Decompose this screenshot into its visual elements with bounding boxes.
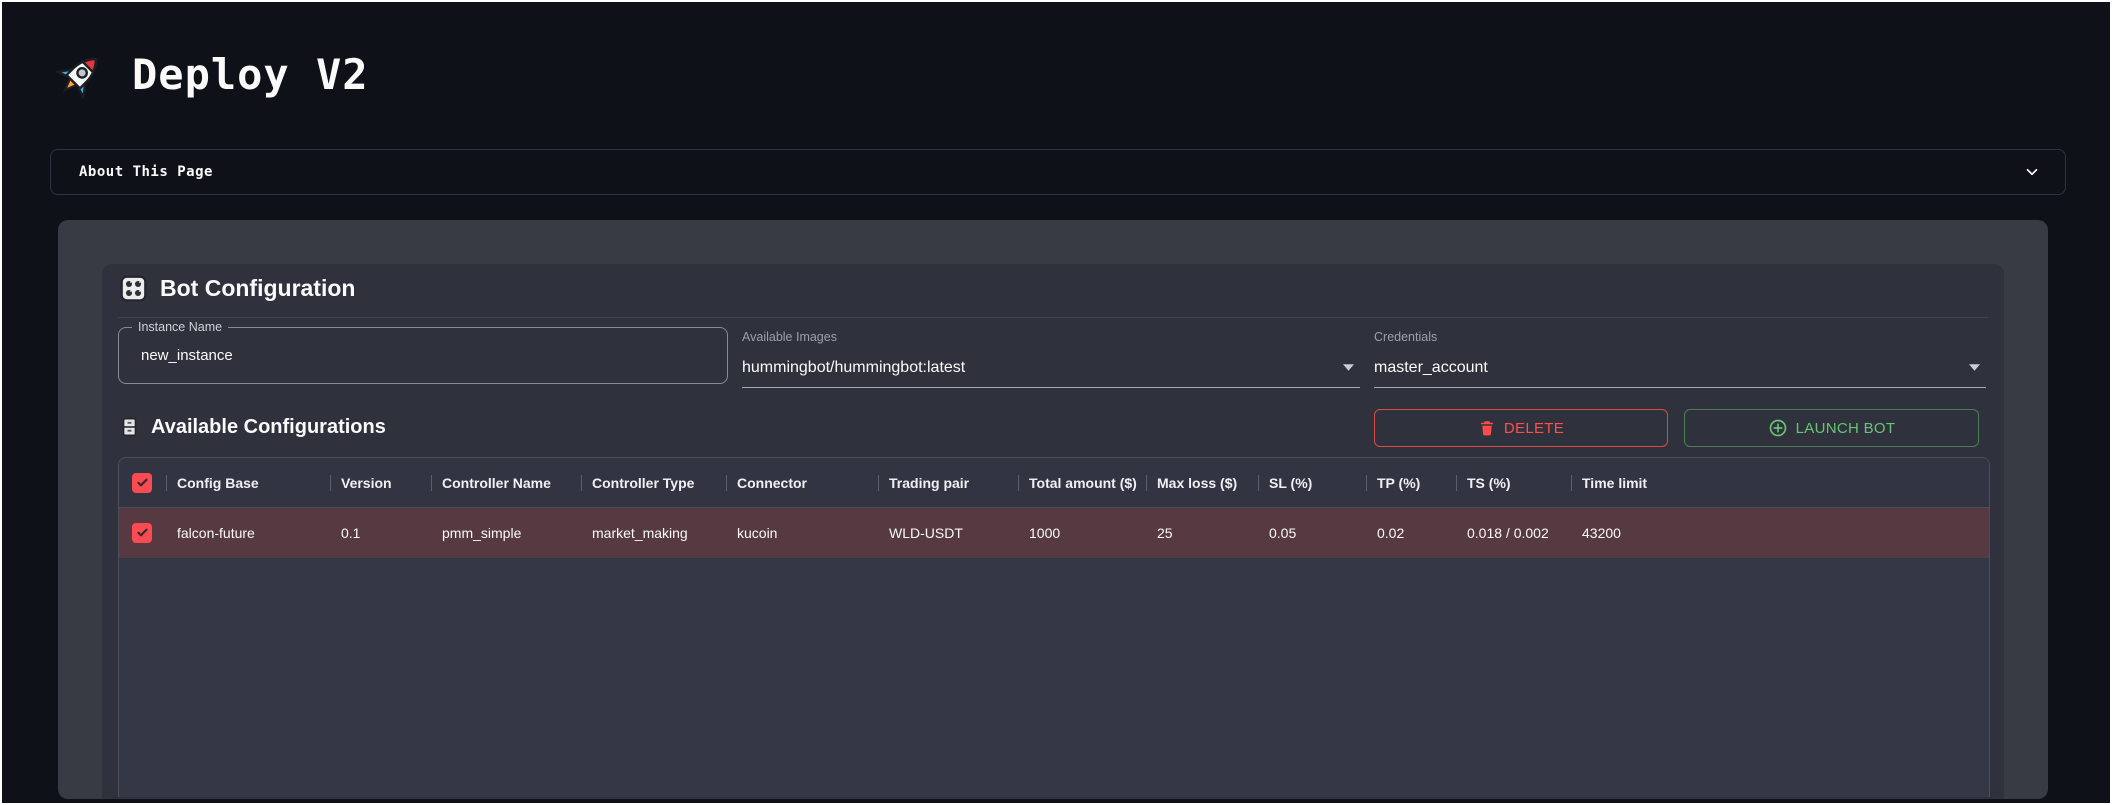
plus-circle-icon [1768, 418, 1788, 438]
cell-config-base: falcon-future [166, 525, 330, 541]
cell-total-amount: 1000 [1018, 525, 1146, 541]
configurations-table: Config Base Version Controller Name Cont… [118, 457, 1990, 797]
row-select-cell [119, 523, 166, 543]
available-images-label: Available Images [742, 330, 837, 344]
caret-down-icon [1969, 364, 1980, 371]
table-header-row: Config Base Version Controller Name Cont… [119, 458, 1989, 508]
caret-down-icon [1343, 364, 1354, 371]
chevron-down-icon [2023, 163, 2041, 181]
available-images-select[interactable]: Available Images hummingbot/hummingbot:l… [742, 328, 1360, 388]
about-expander-label: About This Page [79, 164, 213, 180]
bot-configuration-title: Bot Configuration [160, 275, 355, 302]
bot-config-form: Instance Name Available Images hummingbo… [118, 325, 1986, 389]
column-header-ts[interactable]: TS (%) [1456, 475, 1571, 491]
credentials-label: Credentials [1374, 330, 1437, 344]
cell-controller-name: pmm_simple [431, 525, 581, 541]
bot-configuration-card: Bot Configuration Instance Name Availabl… [102, 264, 2004, 799]
app-header: Deploy V2 [56, 40, 369, 108]
column-header-tp[interactable]: TP (%) [1366, 475, 1456, 491]
delete-button-label: DELETE [1504, 420, 1564, 437]
cell-sl: 0.05 [1258, 525, 1366, 541]
credentials-value: master_account [1374, 359, 1488, 377]
row-select-checkbox[interactable] [132, 523, 152, 543]
launch-bot-button-label: LAUNCH BOT [1796, 420, 1896, 437]
file-cabinet-icon [120, 415, 139, 439]
instance-name-field[interactable]: Instance Name [118, 327, 728, 384]
column-header-trading-pair[interactable]: Trading pair [878, 475, 1018, 491]
column-header-connector[interactable]: Connector [726, 475, 878, 491]
select-all-checkbox[interactable] [132, 473, 152, 493]
column-header-total-amount[interactable]: Total amount ($) [1018, 475, 1146, 491]
instance-name-input[interactable] [139, 328, 699, 383]
column-header-controller-type[interactable]: Controller Type [581, 475, 726, 491]
available-configurations-heading: Available Configurations [120, 415, 386, 439]
check-icon [135, 475, 150, 490]
control-knobs-icon [120, 275, 147, 302]
column-header-time-limit[interactable]: Time limit [1571, 475, 1668, 491]
column-header-controller-name[interactable]: Controller Name [431, 475, 581, 491]
column-header-version[interactable]: Version [330, 475, 431, 491]
cell-max-loss: 25 [1146, 525, 1258, 541]
cell-connector: kucoin [726, 525, 878, 541]
column-header-max-loss[interactable]: Max loss ($) [1146, 475, 1258, 491]
rocket-icon [56, 49, 106, 99]
bot-configuration-heading: Bot Configuration [120, 275, 355, 302]
available-images-value: hummingbot/hummingbot:latest [742, 359, 965, 377]
cell-trading-pair: WLD-USDT [878, 525, 1018, 541]
heading-divider [118, 317, 1988, 318]
about-expander[interactable]: About This Page [50, 149, 2066, 195]
cell-tp: 0.02 [1366, 525, 1456, 541]
cell-version: 0.1 [330, 525, 431, 541]
cell-time-limit: 43200 [1571, 525, 1668, 541]
launch-bot-button[interactable]: LAUNCH BOT [1684, 409, 1979, 447]
deploy-v2-page: { "header": { "title": "Deploy V2", "log… [0, 0, 2112, 805]
trash-icon [1478, 419, 1496, 437]
page-title: Deploy V2 [132, 50, 369, 99]
table-row-falcon-future[interactable]: falcon-future 0.1 pmm_simple market_maki… [119, 508, 1989, 558]
cell-controller-type: market_making [581, 525, 726, 541]
delete-button[interactable]: DELETE [1374, 409, 1668, 447]
select-all-cell [119, 473, 166, 493]
column-header-sl[interactable]: SL (%) [1258, 475, 1366, 491]
check-icon [135, 525, 150, 540]
cell-ts: 0.018 / 0.002 [1456, 525, 1571, 541]
credentials-select[interactable]: Credentials master_account [1374, 328, 1986, 388]
main-container: Bot Configuration Instance Name Availabl… [58, 220, 2048, 799]
available-configurations-title: Available Configurations [151, 416, 386, 439]
column-header-config-base[interactable]: Config Base [166, 475, 330, 491]
